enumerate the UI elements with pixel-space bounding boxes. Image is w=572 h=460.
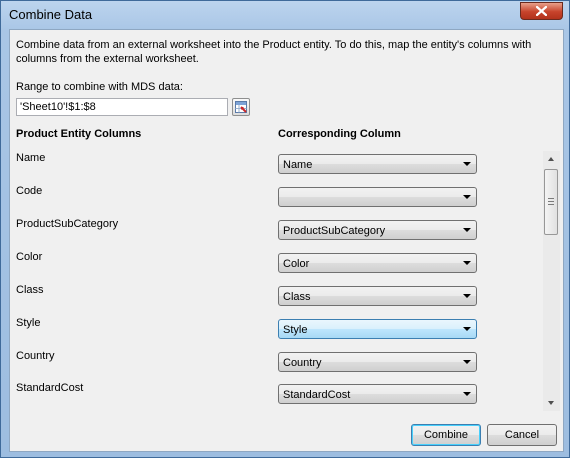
chevron-down-icon	[463, 392, 471, 396]
grip-line	[548, 198, 554, 199]
chevron-down-icon	[463, 294, 471, 298]
title-bar[interactable]: Combine Data	[1, 1, 569, 28]
range-select-icon	[235, 101, 247, 113]
cancel-button[interactable]: Cancel	[487, 424, 557, 446]
grip-line	[548, 204, 554, 205]
product-entity-columns-header: Product Entity Columns	[16, 128, 142, 140]
chevron-down-icon	[463, 162, 471, 166]
combo-value: Color	[283, 258, 310, 270]
combo-class[interactable]: Class	[278, 286, 477, 306]
combo-style[interactable]: Style	[278, 319, 477, 339]
combo-code[interactable]	[278, 187, 477, 207]
scrollbar-thumb[interactable]	[544, 169, 558, 235]
range-select-button[interactable]	[232, 98, 250, 116]
range-input[interactable]	[16, 98, 228, 116]
dialog-body: Combine data from an external worksheet …	[9, 29, 564, 452]
close-button[interactable]	[520, 2, 563, 20]
combo-name[interactable]: Name	[278, 154, 477, 174]
combo-value: Class	[283, 291, 311, 303]
row-label-productsubcategory: ProductSubCategory	[16, 218, 119, 230]
chevron-down-icon	[463, 195, 471, 199]
combo-value: Country	[283, 357, 322, 369]
combo-standardcost[interactable]: StandardCost	[278, 384, 477, 404]
combo-color[interactable]: Color	[278, 253, 477, 273]
row-label-class: Class	[16, 284, 44, 296]
range-label: Range to combine with MDS data:	[16, 81, 183, 93]
row-label-country: Country	[16, 350, 55, 362]
row-label-code: Code	[16, 185, 43, 197]
row-label-name: Name	[16, 152, 46, 164]
row-label-color: Color	[16, 251, 43, 263]
chevron-down-icon	[463, 261, 471, 265]
scroll-down-arrow-icon[interactable]	[548, 401, 554, 405]
row-label-style: Style	[16, 317, 41, 329]
corresponding-column-header: Corresponding Column	[278, 128, 401, 140]
vertical-scrollbar[interactable]	[543, 151, 560, 411]
description-text: Combine data from an external worksheet …	[16, 39, 532, 65]
row-label-standardcost: StandardCost	[16, 382, 84, 394]
chevron-down-icon	[463, 228, 471, 232]
combo-value: StandardCost	[283, 389, 351, 401]
chevron-down-icon	[463, 327, 471, 331]
combo-value: Name	[283, 159, 313, 171]
window-title: Combine Data	[9, 7, 93, 22]
combine-button[interactable]: Combine	[411, 424, 481, 446]
grip-line	[548, 201, 554, 202]
chevron-down-icon	[463, 360, 471, 364]
combo-value: ProductSubCategory	[283, 225, 386, 237]
combine-data-dialog: Combine Data Combine data from an extern…	[0, 0, 570, 458]
close-icon	[536, 6, 547, 16]
combo-country[interactable]: Country	[278, 352, 477, 372]
scroll-up-arrow-icon[interactable]	[548, 157, 554, 161]
combo-value: Style	[283, 324, 308, 336]
combo-productsubcategory[interactable]: ProductSubCategory	[278, 220, 477, 240]
